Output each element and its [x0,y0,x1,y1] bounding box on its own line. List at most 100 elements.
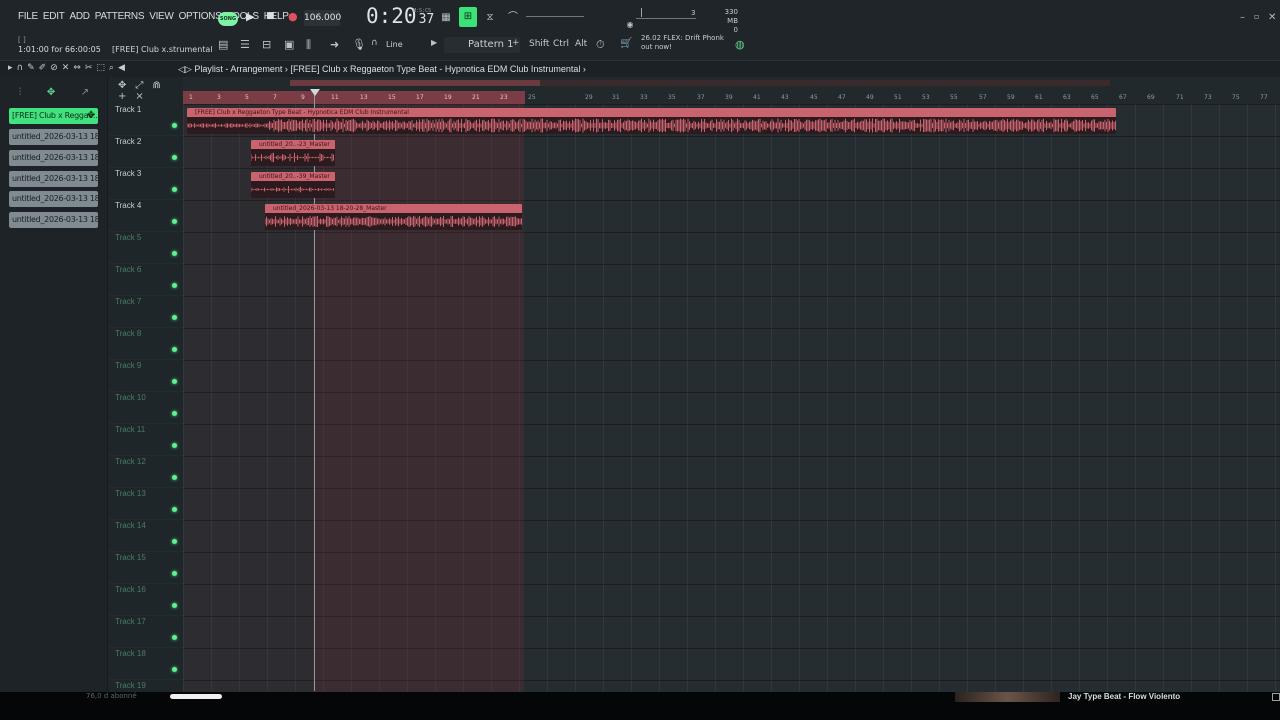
track-enable-led[interactable] [172,475,177,480]
track-header[interactable]: Track 6 [108,264,183,296]
snap-mode[interactable]: Line [386,40,403,49]
track-enable-led[interactable] [172,123,177,128]
wait-input-icon[interactable]: ⧖ [482,11,498,25]
menu-arrow-icon[interactable]: ▸ [8,63,13,73]
track-header[interactable]: Track 18 [108,648,183,680]
globe-icon[interactable]: ◍ [735,38,745,52]
step-edit-icon[interactable]: ⊞ [459,7,477,27]
timeline-ruler[interactable]: 1 3 5 7 9 11 13 15 17 19 21 23 25 29 31 33 35 37 39 41 43 45 4… [183,77,1280,104]
audio-clip[interactable]: [FREE] Club x Reggaeton Type Beat - Hypn… [187,108,1116,134]
shift-key[interactable]: Shift [529,39,549,49]
playhead-marker[interactable] [310,89,320,96]
snap-magnet-icon[interactable]: ∩ [17,63,24,73]
track-enable-led[interactable] [172,219,177,224]
mute-icon[interactable]: ✕ [62,63,70,73]
play-icon[interactable]: ▶ [246,10,254,23]
audio-clip[interactable]: untitled_20..-39_Master [251,172,335,198]
track-header[interactable]: Track 2 [108,136,183,168]
browser-item[interactable]: untitled_2026-03-13 18-... [9,129,98,145]
pencil-icon[interactable]: ✎ [27,63,35,73]
track-header[interactable]: Track 16 [108,584,183,616]
pattern-selector[interactable]: Pattern 1 [444,37,520,53]
audio-clip[interactable]: untitled_2026-03-13 18-20-28_Master [265,204,522,230]
track-enable-led[interactable] [172,347,177,352]
channel-rack-icon[interactable]: ▤ [218,38,228,52]
menu-add[interactable]: ADD [70,11,91,22]
track-enable-led[interactable] [172,251,177,256]
menu-options[interactable]: OPTIONS [179,11,222,22]
menu-view[interactable]: VIEW [149,11,174,22]
fullscreen-icon[interactable] [1272,693,1280,701]
track-add-icon[interactable]: ✥ [118,80,126,91]
track-enable-led[interactable] [172,155,177,160]
track-header[interactable]: Track 17 [108,616,183,648]
playlist-icon[interactable]: ☰ [240,38,250,52]
track-header[interactable]: Track 1 [108,104,183,136]
cart-icon[interactable]: 🛒 [620,38,632,52]
minimize-icon[interactable]: – [1240,12,1245,23]
track-header[interactable]: Track 13 [108,488,183,520]
piano-roll-icon[interactable]: ⊟ [262,38,271,52]
track-plus-icon[interactable]: + [118,91,126,102]
track-enable-led[interactable] [172,571,177,576]
track-enable-led[interactable] [172,507,177,512]
track-header[interactable]: Track 14 [108,520,183,552]
move-icon[interactable]: ✥ [87,108,95,124]
alt-key[interactable]: Alt [575,39,587,49]
track-enable-led[interactable] [172,539,177,544]
track-header[interactable]: Track 15 [108,552,183,584]
track-header[interactable]: Track 8 [108,328,183,360]
select-icon[interactable]: ⬚ [96,63,105,73]
track-enable-led[interactable] [172,635,177,640]
metronome-icon[interactable]: ▦ [438,11,454,25]
browser-item[interactable]: untitled_2026-03-13 18-... [9,150,98,166]
playback-icon[interactable]: ◀ [118,63,125,73]
arrow-icon[interactable]: ➜ [330,38,339,52]
slip-icon[interactable]: ⇔ [73,63,81,73]
track-enable-led[interactable] [172,315,177,320]
pattern-arrow-icon[interactable]: ▶ [431,38,437,52]
tempo-display[interactable]: 106.000 [304,10,341,26]
track-header[interactable]: Track 5 [108,232,183,264]
track-header[interactable]: Track 9 [108,360,183,392]
track-header[interactable]: Track 12 [108,456,183,488]
delete-icon[interactable]: ⊘ [50,63,58,73]
clock-icon[interactable]: ⏱ [596,38,605,52]
pitch-knob-icon[interactable]: ◉ [622,18,638,32]
track-enable-led[interactable] [172,283,177,288]
mixer-icon[interactable]: ⫼ [306,38,311,52]
browser-edit-icon[interactable]: ↗ [81,87,89,103]
stop-icon[interactable]: ■ [266,11,275,21]
maximize-icon[interactable]: ▫ [1254,12,1259,21]
track-close-icon[interactable]: × [135,91,143,102]
browser-menu-icon[interactable]: ⫶ [19,87,22,103]
browser-item[interactable]: [FREE] Club x Reggae... ✥ [9,108,98,124]
paint-icon[interactable]: ✐ [39,63,47,73]
arrangement-view[interactable]: 1 3 5 7 9 11 13 15 17 19 21 23 25 29 31 33 35 37 39 41 43 45 4… [183,77,1280,692]
audio-clip[interactable]: untitled_20..-23_Master [251,140,335,166]
browser-item[interactable]: untitled_2026-03-13 18-... [9,171,98,187]
browser-icon[interactable]: ▣ [284,38,294,52]
microphone-icon[interactable]: 🎙 [352,38,366,52]
track-header[interactable]: Track 3 [108,168,183,200]
browser-item[interactable]: untitled_2026-03-13 18-... [9,212,98,228]
menu-edit[interactable]: EDIT [43,11,65,22]
slice-icon[interactable]: ✂ [85,63,93,73]
track-enable-led[interactable] [172,411,177,416]
track-header[interactable]: Track 10 [108,392,183,424]
time-display[interactable]: 0:20 37 M:S:CS [366,4,434,32]
close-icon[interactable]: ✕ [1268,12,1276,23]
menu-file[interactable]: FILE [18,11,38,22]
track-header[interactable]: Track 11 [108,424,183,456]
add-pattern-icon[interactable]: + [512,38,520,52]
ctrl-key[interactable]: Ctrl [553,39,569,49]
track-link-icon[interactable]: ⤢ [135,80,143,91]
track-header[interactable]: Track 4 [108,200,183,232]
track-enable-led[interactable] [172,379,177,384]
zoom-icon[interactable]: ⌕ [109,63,114,73]
song-pattern-toggle[interactable]: SONG [218,12,238,26]
record-icon[interactable]: ● [288,10,298,23]
loop-record-icon[interactable]: ⌒ [505,11,521,25]
browser-add-icon[interactable]: ✥ [47,87,55,103]
magnet-icon[interactable]: ∩ [371,38,378,52]
